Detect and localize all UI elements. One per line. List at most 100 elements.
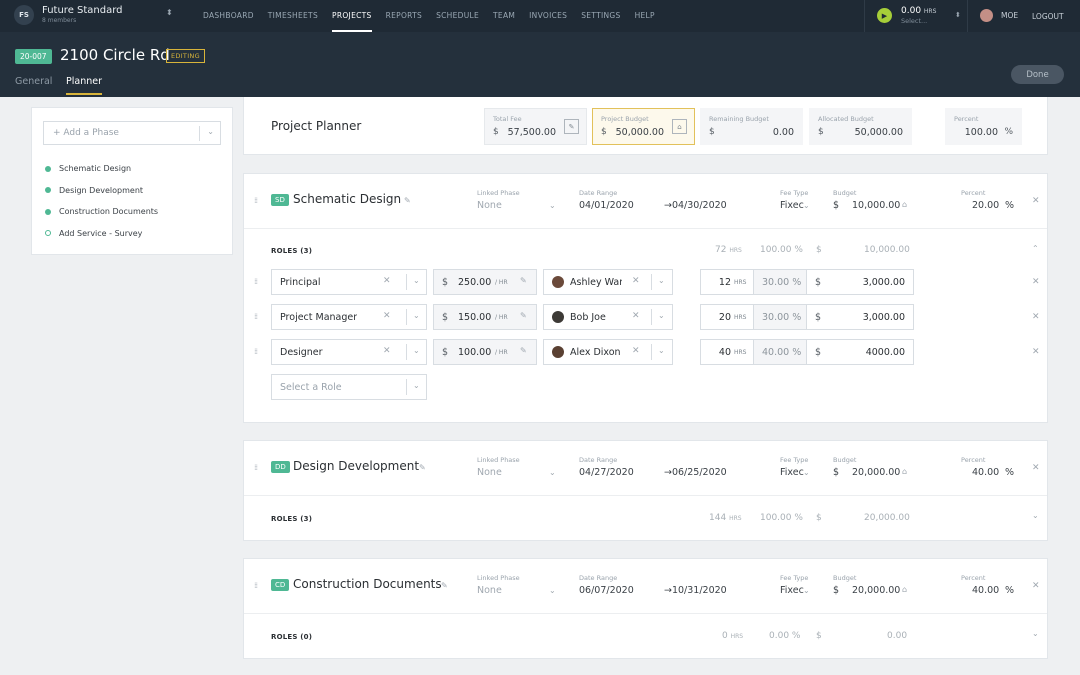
remove-role-icon[interactable]: ✕: [1032, 312, 1040, 322]
chevron-down-icon[interactable]: ⌄: [549, 586, 556, 595]
amount-field[interactable]: $ 3,000.00: [806, 304, 914, 330]
drag-handle-icon[interactable]: ⁞⁞: [254, 312, 258, 321]
fee-type-select[interactable]: Fixec: [780, 467, 804, 478]
chevron-down-icon[interactable]: ⌄: [549, 201, 556, 210]
chevron-down-icon[interactable]: ⌄: [413, 381, 420, 390]
lock-icon[interactable]: ⌂: [902, 585, 907, 594]
clear-icon[interactable]: ✕: [632, 276, 640, 286]
chevron-down-icon[interactable]: ⌄: [803, 468, 810, 477]
edit-icon[interactable]: ✎: [520, 276, 527, 285]
drag-handle-icon[interactable]: ⁞⁞: [254, 277, 258, 286]
rate-field[interactable]: $ 150.00 / HR ✎: [433, 304, 537, 330]
nav-schedule[interactable]: SCHEDULE: [436, 0, 479, 32]
nav-invoices[interactable]: INVOICES: [529, 0, 567, 32]
project-budget-field[interactable]: Project Budget $ 50,000.00 ⌂: [592, 108, 695, 145]
end-date[interactable]: →10/31/2020: [664, 585, 727, 596]
play-icon[interactable]: ▶: [877, 8, 892, 23]
edit-icon[interactable]: ✎: [520, 311, 527, 320]
edit-icon[interactable]: ✎: [564, 119, 579, 134]
hours-field[interactable]: 12 HRS: [700, 269, 754, 295]
start-date[interactable]: 04/01/2020: [579, 200, 634, 211]
start-date[interactable]: 06/07/2020: [579, 585, 634, 596]
nav-settings[interactable]: SETTINGS: [581, 0, 620, 32]
remove-role-icon[interactable]: ✕: [1032, 277, 1040, 287]
phase-budget-value[interactable]: 20,000.00: [852, 585, 900, 596]
chevron-down-icon[interactable]: ⌄: [413, 276, 420, 285]
chevron-down-icon[interactable]: ⌄: [413, 311, 420, 320]
chevron-down-icon[interactable]: ⌄: [658, 276, 665, 285]
done-button[interactable]: Done: [1011, 65, 1064, 84]
edit-icon[interactable]: ✎: [441, 581, 448, 590]
phase-list-item[interactable]: Construction Documents: [45, 201, 158, 223]
clear-icon[interactable]: ✕: [632, 346, 640, 356]
linked-phase-select[interactable]: None: [477, 585, 502, 596]
linked-phase-select[interactable]: None: [477, 200, 502, 211]
clear-icon[interactable]: ✕: [383, 311, 391, 321]
nav-dashboard[interactable]: DASHBOARD: [203, 0, 254, 32]
chevron-down-icon[interactable]: ⌄: [658, 311, 665, 320]
phase-budget-value[interactable]: 20,000.00: [852, 467, 900, 478]
add-phase-select[interactable]: + Add a Phase ⌄: [43, 121, 221, 145]
close-icon[interactable]: ✕: [1032, 196, 1040, 206]
chevron-updown-icon[interactable]: ⬍: [955, 11, 961, 19]
end-date[interactable]: →04/30/2020: [664, 200, 727, 211]
nav-timesheets[interactable]: TIMESHEETS: [268, 0, 318, 32]
timer-select[interactable]: Select...: [901, 17, 927, 25]
org-switcher[interactable]: FS Future Standard 8 members: [14, 5, 123, 25]
chevron-updown-icon[interactable]: ⬍: [166, 8, 173, 17]
chevron-down-icon[interactable]: ⌄: [1032, 511, 1039, 520]
fee-type-select[interactable]: Fixec: [780, 200, 804, 211]
chevron-down-icon[interactable]: ⌄: [803, 201, 810, 210]
amount-field[interactable]: $ 4000.00: [806, 339, 914, 365]
chevron-up-icon[interactable]: ⌃: [1032, 244, 1039, 253]
role-select[interactable]: Designer ✕ ⌄: [271, 339, 427, 365]
role-select[interactable]: Principal ✕ ⌄: [271, 269, 427, 295]
phase-list-item[interactable]: Add Service - Survey: [45, 223, 158, 245]
logout-link[interactable]: LOGOUT: [1032, 12, 1064, 21]
drag-handle-icon[interactable]: ⁞⁞: [254, 581, 258, 590]
edit-icon[interactable]: ✎: [520, 346, 527, 355]
phase-list-item[interactable]: Schematic Design: [45, 158, 158, 180]
total-fee-field[interactable]: Total Fee $ 57,500.00 ✎: [484, 108, 587, 145]
chevron-down-icon[interactable]: ⌄: [658, 346, 665, 355]
drag-handle-icon[interactable]: ⁞⁞: [254, 196, 258, 205]
add-role-select[interactable]: Select a Role ⌄: [271, 374, 427, 400]
start-date[interactable]: 04/27/2020: [579, 467, 634, 478]
lock-icon[interactable]: ⌂: [902, 200, 907, 209]
close-icon[interactable]: ✕: [1032, 581, 1040, 591]
fee-type-select[interactable]: Fixec: [780, 585, 804, 596]
nav-reports[interactable]: REPORTS: [386, 0, 422, 32]
chevron-down-icon[interactable]: ⌄: [1032, 629, 1039, 638]
hours-field[interactable]: 40 HRS: [700, 339, 754, 365]
drag-handle-icon[interactable]: ⁞⁞: [254, 347, 258, 356]
chevron-down-icon[interactable]: ⌄: [413, 346, 420, 355]
tab-general[interactable]: General: [15, 76, 52, 87]
tab-planner[interactable]: Planner: [66, 76, 102, 95]
rate-field[interactable]: $ 100.00 / HR ✎: [433, 339, 537, 365]
clear-icon[interactable]: ✕: [383, 346, 391, 356]
drag-handle-icon[interactable]: ⁞⁞: [254, 463, 258, 472]
lock-icon[interactable]: ⌂: [902, 467, 907, 476]
phase-budget-value[interactable]: 10,000.00: [852, 200, 900, 211]
phase-percent-value[interactable]: 20.00: [972, 200, 999, 211]
chevron-down-icon[interactable]: ⌄: [803, 586, 810, 595]
nav-team[interactable]: TEAM: [493, 0, 515, 32]
linked-phase-select[interactable]: None: [477, 467, 502, 478]
phase-percent-value[interactable]: 40.00: [972, 585, 999, 596]
timer-widget[interactable]: ▶ 0.00 HRS Select... ⬍: [864, 0, 968, 32]
rate-field[interactable]: $ 250.00 / HR ✎: [433, 269, 537, 295]
remove-role-icon[interactable]: ✕: [1032, 347, 1040, 357]
person-select[interactable]: Bob Joe ✕ ⌄: [543, 304, 673, 330]
person-select[interactable]: Alex Dixon ✕ ⌄: [543, 339, 673, 365]
phase-list-item[interactable]: Design Development: [45, 180, 158, 202]
phase-percent-value[interactable]: 40.00: [972, 467, 999, 478]
person-select[interactable]: Ashley War ✕ ⌄: [543, 269, 673, 295]
edit-icon[interactable]: ✎: [419, 463, 426, 472]
amount-field[interactable]: $ 3,000.00: [806, 269, 914, 295]
hours-field[interactable]: 20 HRS: [700, 304, 754, 330]
edit-icon[interactable]: ✎: [404, 196, 411, 205]
user-menu[interactable]: MOE: [980, 9, 1018, 22]
nav-help[interactable]: HELP: [635, 0, 655, 32]
role-select[interactable]: Project Manager ✕ ⌄: [271, 304, 427, 330]
clear-icon[interactable]: ✕: [383, 276, 391, 286]
